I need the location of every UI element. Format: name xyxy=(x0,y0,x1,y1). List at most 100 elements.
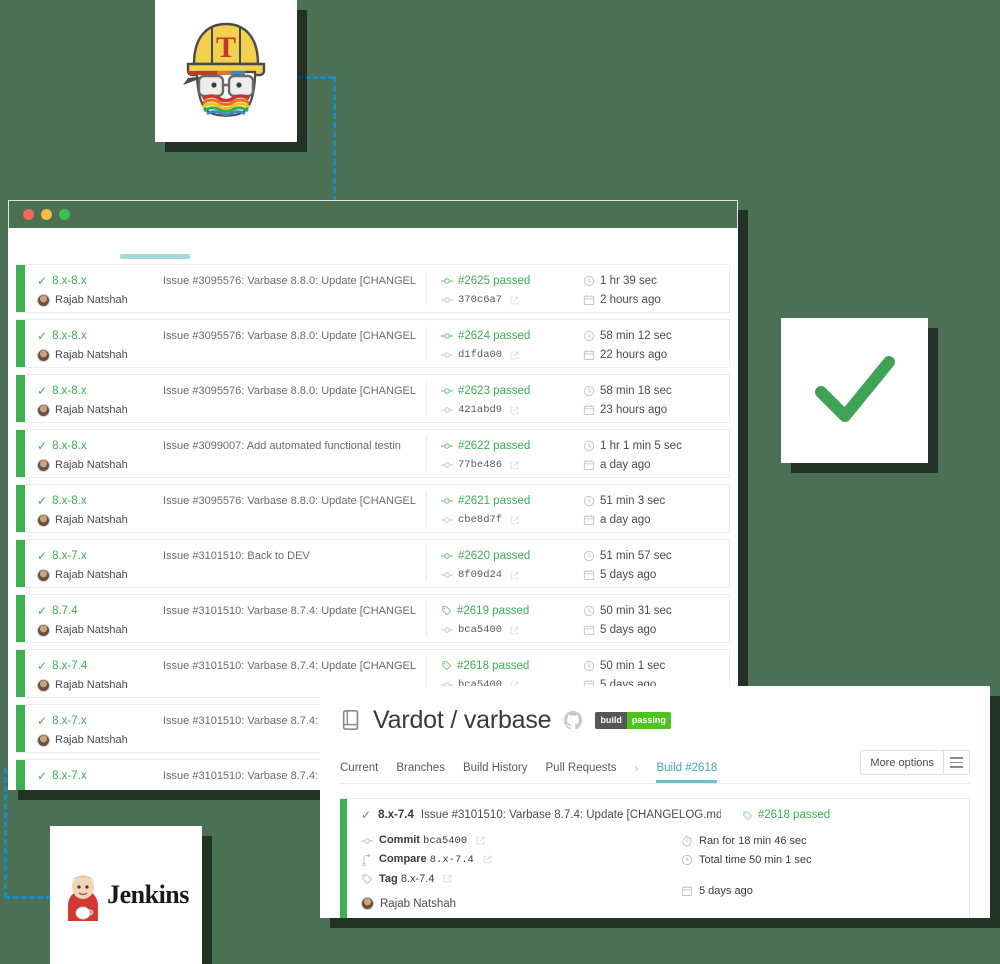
branch-name[interactable]: 8.x-8.x xyxy=(52,330,87,342)
tab-build-history[interactable]: Build History xyxy=(463,762,528,774)
detail-right-column: Ran for 18 min 46 sec Total time 50 min xyxy=(681,832,955,910)
detail-nav-tabs: Current Branches Build History Pull Requ… xyxy=(340,750,970,784)
commit-icon xyxy=(441,569,453,581)
status-color-bar xyxy=(16,595,25,642)
external-link-icon[interactable] xyxy=(510,296,519,305)
detail-branch-name[interactable]: 8.x-7.4 xyxy=(378,809,414,821)
detail-compare-line[interactable]: Compare 8.x-7.4 xyxy=(361,851,681,868)
tab-branches[interactable]: Branches xyxy=(396,762,445,774)
avatar xyxy=(37,348,50,362)
build-number[interactable]: #2623 passed xyxy=(458,385,530,397)
detail-build-status[interactable]: #2618 passed xyxy=(742,809,830,821)
avatar xyxy=(37,733,50,747)
status-color-bar xyxy=(16,540,25,587)
table-row[interactable]: ✓ 8.7.4 Rajab Natshah Issue #3101510: Varba… xyxy=(16,594,730,643)
status-color-bar xyxy=(16,650,25,697)
table-row[interactable]: ✓ 8.x-8.x Rajab Natshah Issue #3099007: Add… xyxy=(16,429,730,478)
commit-sha[interactable]: 421abd9 xyxy=(458,404,502,416)
build-number[interactable]: #2618 passed xyxy=(457,660,529,672)
window-maximize-button[interactable] xyxy=(59,209,70,220)
browser-titlebar xyxy=(8,200,738,228)
commit-sha[interactable]: 8f09d24 xyxy=(458,569,502,581)
status-color-bar xyxy=(16,320,25,367)
more-options-button[interactable]: More options xyxy=(860,750,970,775)
table-row[interactable]: ✓ 8.x-8.x Rajab Natshah Issue #3095576: Var… xyxy=(16,484,730,533)
tab-build-2618[interactable]: Build #2618 xyxy=(656,762,717,783)
build-finished-at: 23 hours ago xyxy=(600,404,668,416)
detail-commit-line[interactable]: Commit bca5400 xyxy=(361,832,681,849)
external-link-icon[interactable] xyxy=(443,874,452,883)
branch-name[interactable]: 8.7.4 xyxy=(52,605,78,617)
commit-sha[interactable]: 370c6a7 xyxy=(458,294,502,306)
passed-check-icon: ✓ xyxy=(37,548,48,563)
table-row[interactable]: ✓ 8.x-7.x Rajab Natshah Issue #3101510: Bac… xyxy=(16,539,730,588)
row-message-column: Issue #3099007: Add automated functional… xyxy=(155,436,427,471)
commit-sha[interactable]: 77be486 xyxy=(458,459,502,471)
external-link-icon[interactable] xyxy=(510,571,519,580)
branch-name[interactable]: 8.x-7.x xyxy=(52,715,87,727)
build-number[interactable]: #2620 passed xyxy=(458,550,530,562)
external-link-icon[interactable] xyxy=(510,406,519,415)
detail-left-column: Commit bca5400 Compare 8.x-7.4 Tag 8.x-7… xyxy=(361,832,681,910)
passed-check-icon: ✓ xyxy=(361,808,372,822)
build-summary-card: ✓ 8.x-7.4 Issue #3101510: Varbase 8.7.4:… xyxy=(340,798,970,918)
row-branch-column: ✓ 8.7.4 Rajab Natshah xyxy=(37,601,155,637)
commit-message: Issue #3095576: Varbase 8.8.0: Update [C… xyxy=(163,274,416,287)
table-row[interactable]: ✓ 8.x-8.x Rajab Natshah Issue #3095576: Var… xyxy=(16,319,730,368)
row-branch-column: ✓ 8.x-7.x Rajab Natshah xyxy=(37,546,155,582)
external-link-icon[interactable] xyxy=(476,836,485,845)
hamburger-menu-icon[interactable] xyxy=(943,751,969,774)
compare-label: Compare xyxy=(379,853,427,865)
build-number[interactable]: #2619 passed xyxy=(457,605,529,617)
external-link-icon[interactable] xyxy=(510,461,519,470)
external-link-icon[interactable] xyxy=(510,626,519,635)
compare-value: 8.x-7.4 xyxy=(429,854,474,866)
branch-name[interactable]: 8.x-7.4 xyxy=(52,660,87,672)
branch-name[interactable]: 8.x-8.x xyxy=(52,385,87,397)
commit-sha[interactable]: bca5400 xyxy=(458,624,502,636)
build-number[interactable]: #2621 passed xyxy=(458,495,530,507)
author-name: Rajab Natshah xyxy=(55,679,128,691)
branch-name[interactable]: 8.x-8.x xyxy=(52,440,87,452)
badge-status: passing xyxy=(626,711,671,729)
branch-name[interactable]: 8.x-8.x xyxy=(52,275,87,287)
external-link-icon[interactable] xyxy=(510,351,519,360)
row-time-column: 51 min 3 sec a day ago xyxy=(569,491,729,526)
detail-author-name: Rajab Natshah xyxy=(380,897,457,910)
external-link-icon[interactable] xyxy=(510,516,519,525)
passed-check-icon: ✓ xyxy=(37,768,48,783)
row-build-column: #2623 passed 421abd9 xyxy=(427,381,569,416)
window-minimize-button[interactable] xyxy=(41,209,52,220)
build-number[interactable]: #2624 passed xyxy=(458,330,530,342)
github-icon[interactable] xyxy=(562,709,584,731)
branch-name[interactable]: 8.x-8.x xyxy=(52,495,87,507)
row-branch-column: ✓ 8.x-8.x Rajab Natshah xyxy=(37,491,155,527)
tab-pull-requests[interactable]: Pull Requests xyxy=(546,762,617,774)
jenkins-wordmark: Jenkins xyxy=(107,880,189,909)
status-color-bar xyxy=(16,375,25,422)
passed-check-icon: ✓ xyxy=(37,493,48,508)
commit-message: Issue #3101510: Varbase 8.7.4: Update [C… xyxy=(163,659,416,672)
avatar xyxy=(37,293,50,307)
table-row[interactable]: ✓ 8.x-8.x Rajab Natshah Issue #3095576: Var… xyxy=(16,374,730,423)
commit-sha[interactable]: d1fda00 xyxy=(458,349,502,361)
commit-sha[interactable]: cbe8d7f xyxy=(458,514,502,526)
commit-icon xyxy=(361,835,373,847)
window-close-button[interactable] xyxy=(23,209,34,220)
clock-icon xyxy=(583,385,595,397)
detail-author[interactable]: Rajab Natshah xyxy=(361,897,681,910)
avatar xyxy=(37,623,50,637)
branch-name[interactable]: 8.x-7.x xyxy=(52,770,87,782)
table-row[interactable]: ✓ 8.x-8.x Rajab Natshah Issue #3095576: Var… xyxy=(16,264,730,313)
avatar xyxy=(37,513,50,527)
check-icon xyxy=(815,356,895,422)
repository-header: Vardot / varbase build passing xyxy=(340,700,970,740)
external-link-icon[interactable] xyxy=(483,855,492,864)
calendar-icon xyxy=(681,885,693,897)
detail-tag-line[interactable]: Tag 8.x-7.4 xyxy=(361,870,681,887)
row-time-column: 1 hr 39 sec 2 hours ago xyxy=(569,271,729,306)
tab-current[interactable]: Current xyxy=(340,762,378,774)
build-number[interactable]: #2625 passed xyxy=(458,275,530,287)
branch-name[interactable]: 8.x-7.x xyxy=(52,550,87,562)
build-number[interactable]: #2622 passed xyxy=(458,440,530,452)
